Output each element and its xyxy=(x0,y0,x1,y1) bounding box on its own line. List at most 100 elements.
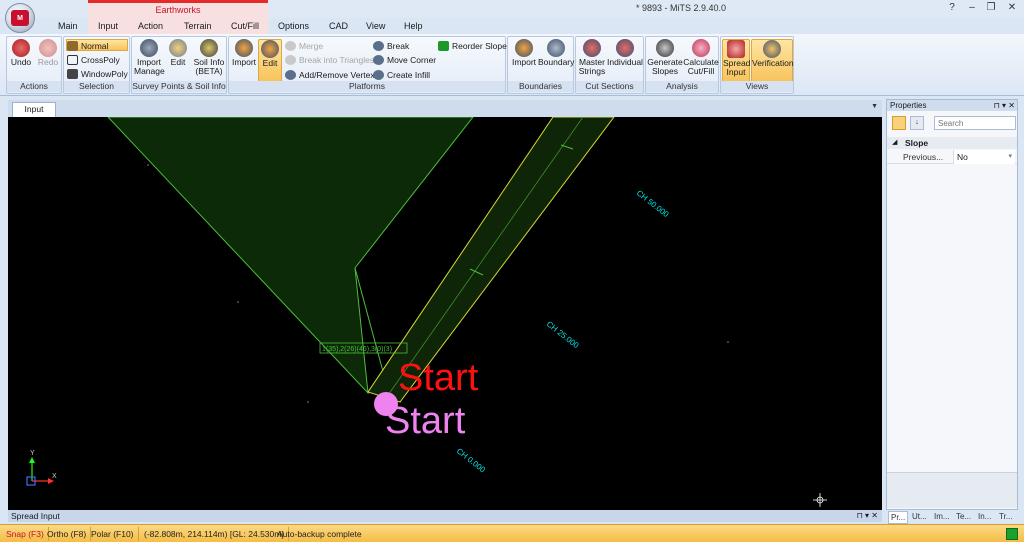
slope-section-header[interactable]: ◢ Slope xyxy=(887,137,1017,149)
chevron-down-icon[interactable]: ▾ xyxy=(1008,150,1012,164)
panel-tabs: Pr... Ut... Im... Te... In... Tr... xyxy=(886,510,1018,524)
normal-select-button[interactable]: Normal xyxy=(66,39,128,51)
tab-options[interactable]: Options xyxy=(278,21,309,31)
sort-alpha-icon[interactable]: ↓ xyxy=(910,116,924,130)
create-infill-icon xyxy=(373,70,384,80)
platform-edit-button[interactable]: Edit xyxy=(258,39,282,83)
merge-button[interactable]: Merge xyxy=(285,40,323,52)
axis-y-arrow-icon xyxy=(29,457,35,463)
tab-terrain[interactable]: Terrain xyxy=(184,21,212,31)
close-button[interactable]: ✕ xyxy=(1004,2,1020,13)
master-strings-button[interactable]: Master Strings xyxy=(577,39,607,83)
verification-icon xyxy=(763,40,781,58)
panel-tab-terrain[interactable]: Te... xyxy=(954,511,973,522)
group-views: Spread Input Verification Views xyxy=(720,36,794,94)
ortho-toggle[interactable]: Ortho (F8) xyxy=(43,527,92,541)
platform-import-button[interactable]: Import xyxy=(231,39,257,83)
platform-edit-label: Edit xyxy=(262,58,278,68)
snap-toggle[interactable]: Snap (F3) xyxy=(2,527,49,541)
survey-import-icon xyxy=(140,39,158,57)
spread-input-panel-controls[interactable]: ⊓ ▾ ✕ xyxy=(857,510,878,522)
windowpoly-icon xyxy=(67,69,78,79)
spread-input-icon xyxy=(727,40,745,58)
tab-input-document[interactable]: Input xyxy=(12,102,56,117)
undo-button[interactable]: Undo xyxy=(9,39,33,83)
panel-tab-utilities[interactable]: Ut... xyxy=(910,511,929,522)
calculate-cut-fill-button[interactable]: Calculate Cut/Fill xyxy=(683,39,719,83)
soil-info-button[interactable]: Soil Info (BETA) xyxy=(192,39,226,83)
status-indicator-icon xyxy=(1006,528,1018,540)
tab-main[interactable]: Main xyxy=(58,21,78,31)
group-platforms: Import Edit Merge Break into Triangles A… xyxy=(228,36,507,94)
panel-tab-import[interactable]: Im... xyxy=(932,511,952,522)
panel-tab-input[interactable]: In... xyxy=(976,511,993,522)
survey-edit-button[interactable]: Edit xyxy=(166,39,190,83)
panel-tab-properties[interactable]: Pr... xyxy=(888,511,909,524)
move-corner-icon xyxy=(373,55,384,65)
tab-cad[interactable]: CAD xyxy=(329,21,348,31)
soil-info-icon xyxy=(200,39,218,57)
polar-toggle[interactable]: Polar (F10) xyxy=(87,527,139,541)
crosspoly-icon xyxy=(67,55,78,65)
redo-button[interactable]: Redo xyxy=(36,39,60,83)
move-corner-label: Move Corner xyxy=(387,55,437,65)
slope-tag-text: 1(35),2(26)(46),3(0)(3) xyxy=(322,346,392,353)
tab-view[interactable]: View xyxy=(366,21,385,31)
crosspoly-button[interactable]: CrossPoly xyxy=(67,54,120,66)
tab-help[interactable]: Help xyxy=(404,21,423,31)
chainage-label-0: CH 0.000 xyxy=(455,446,488,474)
boundary-button[interactable]: Boundary xyxy=(538,39,574,83)
break-triangles-label: Break into Triangles xyxy=(299,55,375,65)
drawing-canvas[interactable]: CH 50.000 CH 25.000 CH 0.000 1(35),2(26)… xyxy=(8,117,882,510)
reorder-slope-button[interactable]: Reorder Slope xyxy=(438,40,507,52)
spread-input-panel-header[interactable]: Spread Input ⊓ ▾ ✕ xyxy=(8,510,882,522)
document-tab-strip: Input ▼ xyxy=(8,100,882,117)
property-value-previous[interactable]: No ▾ xyxy=(953,150,1015,164)
break-into-triangles-button[interactable]: Break into Triangles xyxy=(285,54,374,66)
application-menu-button[interactable]: M xyxy=(5,3,35,33)
tab-action[interactable]: Action xyxy=(138,21,163,31)
verification-button[interactable]: Verification xyxy=(751,39,794,83)
spread-input-title: Spread Input xyxy=(11,511,60,521)
property-row-previous[interactable]: Previous... No ▾ xyxy=(887,150,1017,164)
tab-cut-fill[interactable]: Cut/Fill xyxy=(231,21,259,31)
categorized-icon[interactable] xyxy=(892,116,906,130)
properties-search-input[interactable] xyxy=(934,116,1016,130)
platform-import-label: Import xyxy=(231,57,257,67)
break-button[interactable]: Break xyxy=(373,40,409,52)
group-actions: Undo Redo Actions xyxy=(6,36,62,94)
properties-toolbar: ↓ xyxy=(890,114,1016,132)
group-label-actions: Actions xyxy=(7,81,61,92)
generate-slopes-icon xyxy=(656,39,674,57)
create-infill-button[interactable]: Create Infill xyxy=(373,69,430,81)
group-label-views: Views xyxy=(721,81,793,92)
master-strings-label-2: Strings xyxy=(578,66,606,76)
properties-panel-controls[interactable]: ⊓ ▾ ✕ xyxy=(994,100,1015,111)
individual-section-icon xyxy=(616,39,634,57)
survey-point xyxy=(147,164,149,166)
group-label-survey: Survey Points & Soil Info xyxy=(132,81,226,92)
import-manage-button[interactable]: Import Manage xyxy=(134,39,165,83)
merge-label: Merge xyxy=(299,41,324,51)
generate-slopes-button[interactable]: Generate Slopes xyxy=(647,39,683,83)
boundary-import-icon xyxy=(515,39,533,57)
panel-tab-tr[interactable]: Tr... xyxy=(997,511,1014,522)
individual-button[interactable]: Individual xyxy=(607,39,643,83)
document-list-dropdown[interactable]: ▼ xyxy=(871,103,878,110)
restore-button[interactable]: ❐ xyxy=(983,2,999,13)
group-label-analysis: Analysis xyxy=(646,81,718,92)
add-remove-vertex-icon xyxy=(285,70,296,80)
boundary-import-button[interactable]: Import xyxy=(510,39,538,83)
window-title: * 9893 - MiTS 2.9.40.0 xyxy=(636,3,727,13)
add-remove-vertex-button[interactable]: Add/Remove Vertex xyxy=(285,69,375,81)
survey-point xyxy=(727,341,729,343)
tab-input[interactable]: Input xyxy=(98,21,118,31)
move-corner-button[interactable]: Move Corner xyxy=(373,54,436,66)
survey-edit-icon xyxy=(169,39,187,57)
spread-input-button[interactable]: Spread Input xyxy=(722,39,750,83)
minimize-button[interactable]: – xyxy=(964,2,980,13)
crosshair-cursor-icon xyxy=(813,493,827,507)
collapse-triangle-icon[interactable]: ◢ xyxy=(892,137,897,149)
help-button[interactable]: ? xyxy=(944,2,960,13)
windowpoly-button[interactable]: WindowPoly xyxy=(67,68,128,80)
